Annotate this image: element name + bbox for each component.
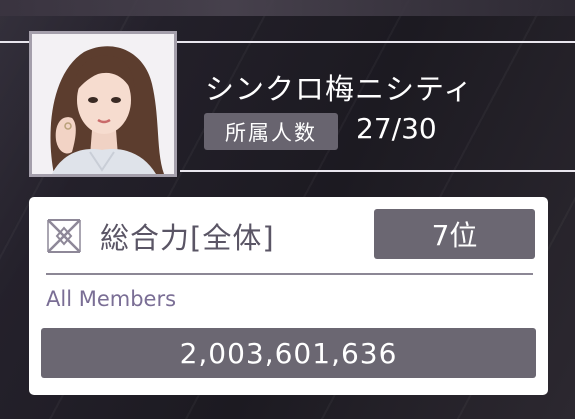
members-count: 27/30 — [356, 112, 437, 145]
scope-label: All Members — [46, 287, 177, 311]
panel-divider — [46, 273, 533, 275]
power-panel: 総合力[全体] 7位 All Members 2,003,601,636 — [29, 197, 548, 395]
unit-name: シンクロ梅ニシティ — [205, 72, 474, 106]
top-strip — [0, 0, 575, 16]
info-divider — [180, 170, 575, 172]
member-avatar[interactable] — [29, 31, 177, 177]
power-value: 2,003,601,636 — [41, 328, 536, 378]
members-label: 所属人数 — [204, 113, 338, 150]
member-portrait-image — [32, 34, 174, 174]
power-label: 総合力[全体] — [100, 221, 275, 255]
rank-badge: 7位 — [374, 209, 535, 259]
power-emblem-icon — [47, 219, 81, 253]
